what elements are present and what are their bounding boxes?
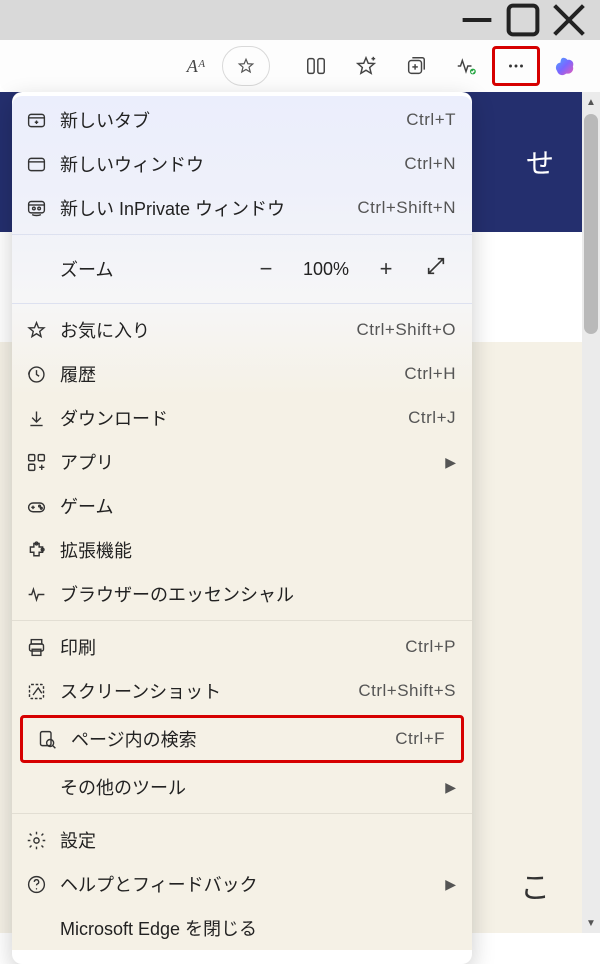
- menu-help-and-feedback[interactable]: ヘルプとフィードバック ▶: [12, 862, 472, 906]
- menu-label: ブラウザーのエッセンシャル: [60, 581, 456, 607]
- menu-find-on-page[interactable]: ページ内の検索 Ctrl+F: [20, 715, 464, 763]
- menu-new-inprivate-window[interactable]: 新しい InPrivate ウィンドウ Ctrl+Shift+N: [12, 186, 472, 230]
- extensions-icon: [26, 540, 60, 561]
- menu-games[interactable]: ゲーム: [12, 484, 472, 528]
- browser-essentials-button[interactable]: [442, 46, 490, 86]
- menu-close-edge[interactable]: Microsoft Edge を閉じる: [12, 906, 472, 950]
- new-window-icon: [26, 154, 60, 175]
- menu-label: 拡張機能: [60, 537, 456, 563]
- menu-label: 新しい InPrivate ウィンドウ: [60, 195, 357, 221]
- menu-browser-essentials[interactable]: ブラウザーのエッセンシャル: [12, 572, 472, 616]
- menu-zoom-row: ズーム − 100% +: [12, 239, 472, 299]
- minimize-button[interactable]: [454, 1, 500, 39]
- menu-label: その他のツール: [60, 774, 445, 800]
- zoom-value: 100%: [294, 259, 358, 280]
- history-icon: [26, 364, 60, 385]
- menu-extensions[interactable]: 拡張機能: [12, 528, 472, 572]
- menu-print[interactable]: 印刷 Ctrl+P: [12, 625, 472, 669]
- menu-label: ヘルプとフィードバック: [60, 871, 445, 897]
- close-window-button[interactable]: [546, 1, 592, 39]
- menu-screenshot[interactable]: スクリーンショット Ctrl+Shift+S: [12, 669, 472, 713]
- menu-more-tools[interactable]: その他のツール ▶: [12, 765, 472, 809]
- menu-label: 新しいタブ: [60, 107, 406, 133]
- fullscreen-button[interactable]: [414, 255, 458, 283]
- favorites-toolbar-button[interactable]: [342, 46, 390, 86]
- copilot-button[interactable]: [542, 46, 590, 86]
- window-titlebar: [0, 0, 600, 40]
- chevron-right-icon: ▶: [445, 876, 456, 893]
- games-icon: [26, 496, 60, 517]
- menu-label: 履歴: [60, 361, 404, 387]
- page-corner-text: こ: [520, 863, 550, 907]
- menu-label: お気に入り: [60, 317, 356, 343]
- zoom-label: ズーム: [60, 256, 238, 282]
- inprivate-icon: [26, 198, 60, 219]
- menu-label: ゲーム: [60, 493, 456, 519]
- menu-shortcut: Ctrl+Shift+O: [356, 320, 456, 340]
- menu-label: ページ内の検索: [71, 726, 395, 752]
- menu-new-window[interactable]: 新しいウィンドウ Ctrl+N: [12, 142, 472, 186]
- vertical-scrollbar[interactable]: ▲ ▼: [582, 92, 600, 933]
- menu-label: アプリ: [60, 449, 445, 475]
- menu-label: ダウンロード: [60, 405, 408, 431]
- screenshot-icon: [26, 681, 60, 702]
- settings-and-more-button[interactable]: [492, 46, 540, 86]
- maximize-button[interactable]: [500, 1, 546, 39]
- menu-shortcut: Ctrl+J: [408, 408, 456, 428]
- menu-downloads[interactable]: ダウンロード Ctrl+J: [12, 396, 472, 440]
- settings-gear-icon: [26, 830, 60, 851]
- settings-and-more-menu: 新しいタブ Ctrl+T 新しいウィンドウ Ctrl+N 新しい InPriva…: [12, 92, 472, 964]
- favorite-star-button[interactable]: [222, 46, 270, 86]
- menu-shortcut: Ctrl+P: [405, 637, 456, 657]
- menu-settings[interactable]: 設定: [12, 818, 472, 862]
- zoom-in-button[interactable]: +: [364, 256, 408, 282]
- menu-favorites[interactable]: お気に入り Ctrl+Shift+O: [12, 308, 472, 352]
- menu-shortcut: Ctrl+T: [406, 110, 456, 130]
- download-icon: [26, 408, 60, 429]
- menu-shortcut: Ctrl+N: [404, 154, 456, 174]
- chevron-right-icon: ▶: [445, 454, 456, 471]
- browser-toolbar: Aᴬ: [0, 40, 600, 92]
- menu-label: 新しいウィンドウ: [60, 151, 404, 177]
- scroll-up-arrow[interactable]: ▲: [582, 92, 600, 112]
- menu-label: 設定: [60, 827, 456, 853]
- menu-history[interactable]: 履歴 Ctrl+H: [12, 352, 472, 396]
- zoom-out-button[interactable]: −: [244, 256, 288, 282]
- chevron-right-icon: ▶: [445, 779, 456, 796]
- read-aloud-button[interactable]: Aᴬ: [172, 46, 220, 86]
- favorites-icon: [26, 320, 60, 341]
- scroll-down-arrow[interactable]: ▼: [582, 913, 600, 933]
- apps-icon: [26, 452, 60, 473]
- banner-text: せ: [526, 142, 554, 182]
- menu-label: スクリーンショット: [60, 678, 358, 704]
- new-tab-icon: [26, 110, 60, 131]
- menu-new-tab[interactable]: 新しいタブ Ctrl+T: [12, 98, 472, 142]
- collections-button[interactable]: [392, 46, 440, 86]
- menu-shortcut: Ctrl+F: [395, 729, 445, 749]
- menu-shortcut: Ctrl+H: [404, 364, 456, 384]
- essentials-icon: [26, 584, 60, 605]
- print-icon: [26, 637, 60, 658]
- menu-label: 印刷: [60, 634, 405, 660]
- help-icon: [26, 874, 60, 895]
- menu-shortcut: Ctrl+Shift+S: [358, 681, 456, 701]
- menu-label: Microsoft Edge を閉じる: [60, 915, 456, 941]
- menu-shortcut: Ctrl+Shift+N: [357, 198, 456, 218]
- split-screen-button[interactable]: [292, 46, 340, 86]
- scroll-thumb[interactable]: [584, 114, 598, 334]
- menu-apps[interactable]: アプリ ▶: [12, 440, 472, 484]
- find-on-page-icon: [37, 729, 71, 750]
